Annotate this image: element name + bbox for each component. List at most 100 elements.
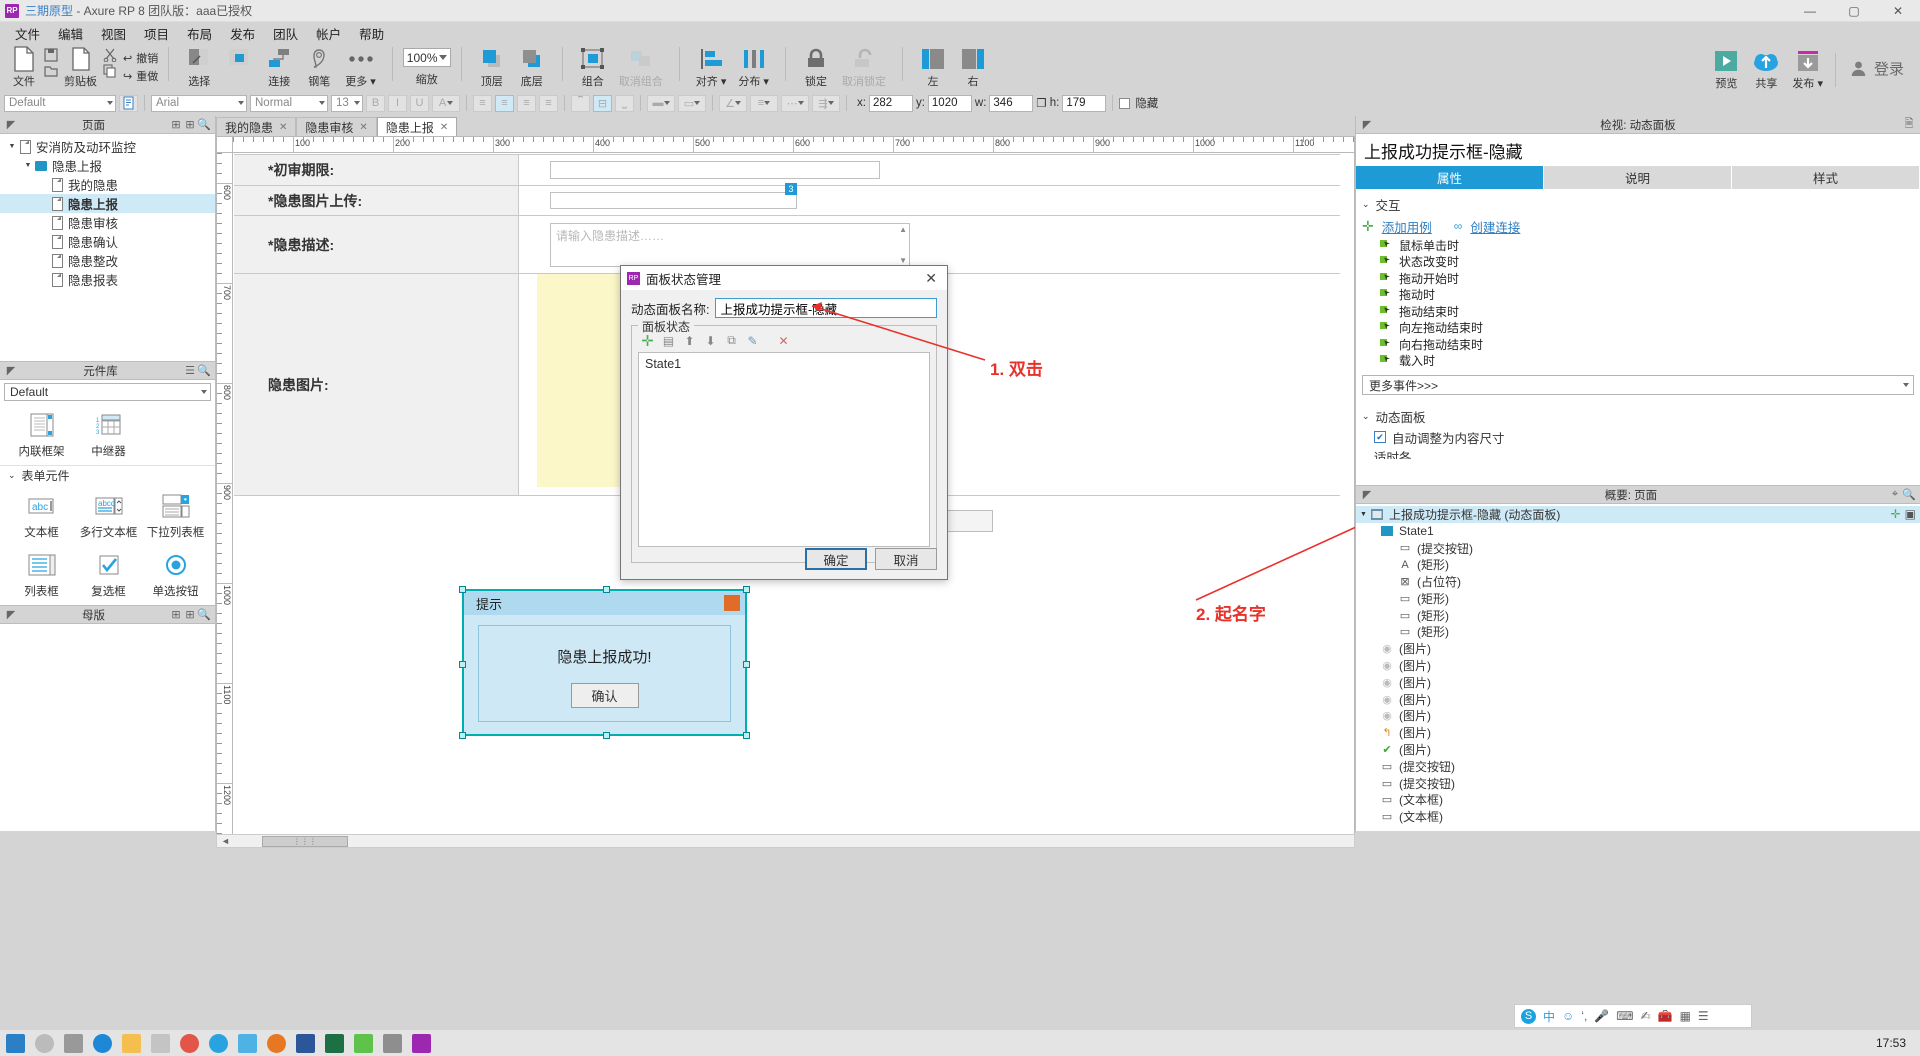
scroll-left-icon[interactable]: ◄ [217, 836, 234, 846]
menu-team[interactable]: 团队 [264, 22, 307, 45]
align-center-button[interactable]: ≡ [495, 95, 514, 112]
resize-handle-nw[interactable] [459, 586, 466, 593]
hidden-checkbox[interactable]: 隐藏 [1119, 95, 1158, 111]
undo-button[interactable]: ↩ 撤销 [123, 49, 158, 67]
start-icon[interactable] [6, 1034, 25, 1053]
widget-textarea[interactable]: abcd 多行文本框 [75, 487, 142, 546]
close-icon[interactable]: ✕ [279, 122, 287, 133]
style-manager-icon[interactable] [119, 95, 138, 112]
font-color-button[interactable]: A [432, 95, 460, 112]
wechat-icon[interactable] [354, 1034, 373, 1053]
chrome-icon[interactable] [180, 1034, 199, 1053]
line-width-button[interactable]: ∠ [719, 95, 747, 112]
bold-button[interactable]: B [366, 95, 385, 112]
collapse-panel-icon[interactable]: ◤ [4, 118, 18, 132]
states-list[interactable]: State1 [638, 352, 930, 547]
close-button[interactable]: ✕ [1876, 0, 1920, 22]
send-back-button[interactable]: 底层 [512, 44, 552, 89]
widget-textbox[interactable]: abc 文本框 [8, 487, 75, 546]
outline-item-1[interactable]: A(矩形) [1356, 556, 1920, 573]
search-icon[interactable]: 🔍 [197, 364, 211, 378]
outline-item-14[interactable]: ▭(提交按钮) [1356, 775, 1920, 792]
bring-front-button[interactable]: 顶层 [472, 44, 512, 89]
distribute-button[interactable]: 分布 ▾ [732, 44, 775, 89]
outline-state-row[interactable]: State1 [1356, 523, 1920, 540]
search-icon[interactable]: 🔍 [1902, 488, 1916, 502]
scroll-down-icon[interactable]: ▼ [899, 256, 907, 265]
grid-icon[interactable]: ▦ [1680, 1009, 1691, 1023]
filter-icon[interactable]: ⌖ [1888, 488, 1902, 502]
outline-item-3[interactable]: ▭(矩形) [1356, 590, 1920, 607]
outline-item-0[interactable]: ▭(提交按钮) [1356, 540, 1920, 557]
scrollbar-thumb[interactable]: ⋮⋮⋮ [262, 836, 348, 847]
tree-item-6[interactable]: 隐患整改 [0, 251, 215, 270]
menu-icon[interactable]: ☰ [1698, 1009, 1709, 1023]
description-textarea[interactable]: 请输入隐患描述…… ▲ ▼ [550, 223, 910, 267]
redo-button[interactable]: ↪ 重做 [123, 67, 158, 85]
widget-listbox[interactable]: 列表框 [8, 546, 75, 605]
prototype-close-icon[interactable] [724, 595, 740, 611]
state-item[interactable]: State1 [645, 357, 923, 371]
tab-notes[interactable]: 说明 [1544, 166, 1732, 189]
menu-file[interactable]: 文件 [6, 22, 49, 45]
w-input[interactable] [989, 95, 1033, 112]
outline-item-2[interactable]: ⊠(占位符) [1356, 573, 1920, 590]
tree-item-4[interactable]: 隐患审核 [0, 213, 215, 232]
expander-icon[interactable]: ▼ [22, 162, 34, 169]
sogou-logo-icon[interactable]: S [1521, 1009, 1536, 1024]
menu-help[interactable]: 帮助 [350, 22, 393, 45]
scroll-up-icon[interactable]: ▲ [899, 225, 907, 234]
collapse-panel-icon[interactable]: ◤ [4, 364, 18, 378]
event-on-drag-start[interactable]: 拖动开始时 [1356, 270, 1920, 287]
excel-icon[interactable] [325, 1034, 344, 1053]
prototype-confirm-button[interactable]: 确认 [571, 683, 639, 708]
word-icon[interactable] [296, 1034, 315, 1053]
outline-item-11[interactable]: ↰(图片) [1356, 724, 1920, 741]
underline-button[interactable]: U [410, 95, 429, 112]
mic-icon[interactable]: 🎤 [1594, 1009, 1609, 1023]
handwriting-icon[interactable]: ✍ [1641, 1009, 1651, 1023]
event-on-drag-end[interactable]: 拖动结束时 [1356, 303, 1920, 320]
ok-button[interactable]: 确定 [805, 548, 867, 570]
lock-button[interactable]: 锁定 [796, 44, 836, 89]
lang-chinese-icon[interactable]: 中 [1543, 1008, 1555, 1025]
event-on-click[interactable]: 鼠标单击时 [1356, 237, 1920, 254]
resize-handle-ne[interactable] [743, 586, 750, 593]
line-style-button[interactable]: ≡ [750, 95, 778, 112]
line-color-button[interactable]: ▭ [678, 95, 706, 112]
event-on-load[interactable]: 载入时 [1356, 353, 1920, 370]
right-panel-button[interactable]: 右 [953, 44, 993, 89]
add-icon[interactable]: ✛ [1891, 507, 1901, 521]
dynamic-panel-section-header[interactable]: ⌄ 动态面板 [1356, 405, 1920, 427]
add-master-folder-icon[interactable]: ⊞ [183, 608, 197, 622]
tree-item-7[interactable]: 隐患报表 [0, 270, 215, 289]
resize-handle-n[interactable] [603, 586, 610, 593]
file-button[interactable]: 文件 [4, 44, 44, 89]
dot-icon[interactable]: ʻ, [1581, 1009, 1587, 1023]
valign-middle-button[interactable]: ⊟ [593, 95, 612, 112]
resize-handle-s[interactable] [603, 732, 610, 739]
firefox-icon[interactable] [267, 1034, 286, 1053]
search-icon[interactable]: 🔍 [197, 118, 211, 132]
copy-icon[interactable] [103, 63, 117, 79]
panel-name-input[interactable] [715, 298, 937, 318]
taskview-icon[interactable] [64, 1034, 83, 1053]
valign-bottom-button[interactable]: ⎵ [615, 95, 634, 112]
image-upload-input[interactable] [550, 192, 797, 209]
cancel-button[interactable]: 取消 [875, 548, 937, 570]
tab-hazard-review[interactable]: 隐患审核 ✕ [296, 117, 376, 136]
tab-my-hazards[interactable]: 我的隐患 ✕ [216, 117, 296, 136]
pen-tool-button[interactable]: 钢笔 [299, 44, 339, 89]
menu-account[interactable]: 帐户 [307, 22, 350, 45]
auto-fit-checkbox[interactable]: ✔ 自动调整为内容尺寸 [1356, 427, 1920, 447]
outline-item-16[interactable]: ▭(文本框) [1356, 808, 1920, 825]
outline-item-5[interactable]: ▭(矩形) [1356, 624, 1920, 641]
tree-item-3-selected[interactable]: 隐患上报 [0, 194, 215, 213]
expander-icon[interactable]: ▼ [1360, 511, 1370, 518]
valign-top-button[interactable]: ⎴ [571, 95, 590, 112]
publish-button[interactable]: 发布 ▾ [1786, 46, 1829, 91]
tab-style[interactable]: 样式 [1732, 166, 1920, 189]
add-case-link[interactable]: 添加用例 [1382, 217, 1432, 236]
widget-inline-frame[interactable]: 内联框架 [8, 406, 75, 465]
tree-item-5[interactable]: 隐患确认 [0, 232, 215, 251]
